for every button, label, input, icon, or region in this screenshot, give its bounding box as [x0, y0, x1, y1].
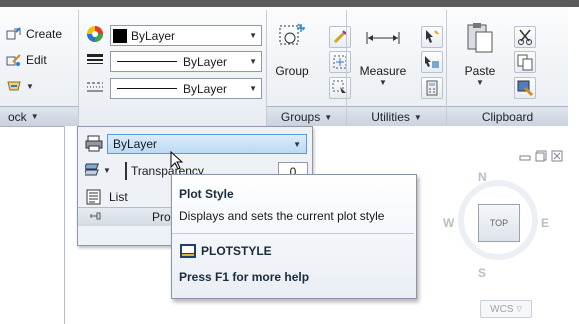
window-frame — [0, 0, 579, 7]
tooltip-divider — [172, 233, 414, 234]
block-panel-title[interactable]: ock ▼ — [0, 106, 78, 126]
color-dropdown[interactable]: ByLayer ▼ — [110, 25, 262, 46]
edit-block-button[interactable]: Edit — [6, 52, 47, 68]
chevron-down-icon: ▼ — [379, 78, 387, 87]
chevron-down-icon: ▽ — [516, 306, 522, 313]
chevron-down-icon: ▼ — [249, 84, 257, 93]
viewcube-top-label: TOP — [489, 218, 509, 228]
plot-style-dropdown[interactable]: ByLayer ▼ — [107, 134, 307, 154]
utilities-panel-title[interactable]: Utilities ▼ — [347, 106, 446, 127]
chevron-down-icon: ▼ — [324, 112, 333, 122]
chevron-down-icon: ▼ — [476, 78, 484, 87]
plot-style-icon — [85, 134, 103, 152]
chevron-down-icon: ▼ — [30, 112, 39, 121]
block-attribute-dropdown[interactable]: ▼ — [6, 78, 34, 94]
list-label: List — [109, 190, 128, 204]
right-margin — [568, 7, 579, 324]
cut-button[interactable] — [514, 26, 536, 48]
group-selection-button[interactable] — [329, 77, 351, 99]
clipboard-panel-title-text: Clipboard — [481, 110, 534, 124]
color-swatch — [113, 28, 127, 43]
group-edit-icon — [333, 55, 347, 69]
create-label: Create — [26, 27, 63, 41]
quick-select-icon — [426, 30, 439, 43]
canvas-left-border — [64, 126, 65, 324]
ungroup-icon — [333, 30, 347, 44]
paste-label: Paste — [464, 64, 496, 78]
tooltip-description: Displays and sets the current plot style — [179, 209, 385, 223]
restore-icon[interactable] — [535, 150, 547, 162]
measure-icon — [365, 22, 401, 50]
chevron-down-icon: ▼ — [293, 139, 301, 149]
scissors-icon — [518, 29, 532, 45]
list-icon — [86, 189, 101, 205]
match-properties-button[interactable] — [514, 77, 536, 99]
lineweight-value: ByLayer — [183, 54, 228, 69]
edit-block-icon — [6, 52, 22, 68]
edit-label: Edit — [26, 53, 47, 67]
create-block-icon — [6, 26, 22, 42]
list-button[interactable]: List — [85, 189, 128, 205]
linetype-dropdown[interactable]: ByLayer ▼ — [110, 78, 262, 99]
chevron-down-icon: ▼ — [413, 112, 422, 122]
lineweight-sample — [117, 61, 177, 62]
measure-button[interactable]: Measure ▼ — [352, 22, 414, 92]
clipboard-panel-title[interactable]: Clipboard — [447, 106, 568, 127]
plotstyle-command-icon — [179, 243, 197, 259]
chevron-down-icon: ▼ — [103, 165, 111, 175]
viewport-controls — [519, 150, 564, 164]
group-button[interactable]: Group — [272, 22, 312, 84]
utilities-panel-title-text: Utilities — [371, 110, 410, 124]
measure-label: Measure — [359, 64, 407, 78]
pin-icon[interactable] — [88, 209, 102, 223]
calculator-icon — [426, 80, 438, 96]
close-icon[interactable] — [551, 150, 563, 162]
create-block-button[interactable]: Create — [6, 26, 62, 42]
wcs-label: WCS — [490, 303, 514, 315]
wcs-menu[interactable]: WCS ▽ — [480, 300, 532, 318]
ungroup-button[interactable] — [329, 26, 351, 48]
group-selection-icon — [332, 80, 346, 93]
panel-separator — [78, 10, 79, 126]
chevron-down-icon: ▼ — [26, 81, 34, 91]
paste-button[interactable]: Paste ▼ — [455, 22, 505, 92]
attribute-icon — [6, 78, 22, 94]
chevron-down-icon: ▼ — [249, 31, 257, 40]
lineweight-icon — [86, 52, 104, 68]
groups-panel-title[interactable]: Groups ▼ — [267, 106, 346, 127]
group-edit-button[interactable] — [329, 51, 351, 73]
transparency-mode-button[interactable]: ▼ — [85, 161, 117, 179]
minimize-icon[interactable] — [519, 150, 531, 162]
compass-south[interactable]: S — [478, 266, 486, 280]
transparency-icon — [85, 163, 99, 176]
viewcube-top-face[interactable]: TOP — [478, 204, 520, 242]
linetype-icon — [86, 79, 104, 95]
linetype-sample — [117, 88, 177, 89]
compass-west[interactable]: W — [443, 216, 454, 230]
paste-icon — [465, 22, 495, 54]
tooltip-help-text: Press F1 for more help — [179, 270, 310, 284]
match-properties-icon — [517, 80, 534, 97]
copy-icon — [517, 54, 533, 71]
calculator-button[interactable] — [421, 77, 443, 99]
group-label: Group — [275, 64, 309, 78]
copy-button[interactable] — [514, 51, 536, 73]
select-all-icon — [425, 56, 439, 68]
lineweight-dropdown[interactable]: ByLayer ▼ — [110, 51, 262, 72]
tooltip-command-name: PLOTSTYLE — [201, 244, 272, 258]
group-icon — [278, 22, 306, 50]
properties-panel-title: Pro — [152, 210, 171, 224]
groups-panel-title-text: Groups — [280, 110, 321, 124]
block-panel-title-text: ock — [8, 109, 27, 124]
linetype-value: ByLayer — [183, 81, 228, 96]
plot-style-value: ByLayer — [113, 137, 158, 151]
select-all-button[interactable] — [421, 51, 443, 73]
chevron-down-icon: ▼ — [249, 57, 257, 66]
quick-select-button[interactable] — [421, 26, 443, 48]
compass-east[interactable]: E — [541, 216, 549, 230]
color-wheel-icon — [86, 25, 104, 43]
tooltip-title: Plot Style — [179, 187, 234, 201]
color-value: ByLayer — [131, 28, 176, 43]
